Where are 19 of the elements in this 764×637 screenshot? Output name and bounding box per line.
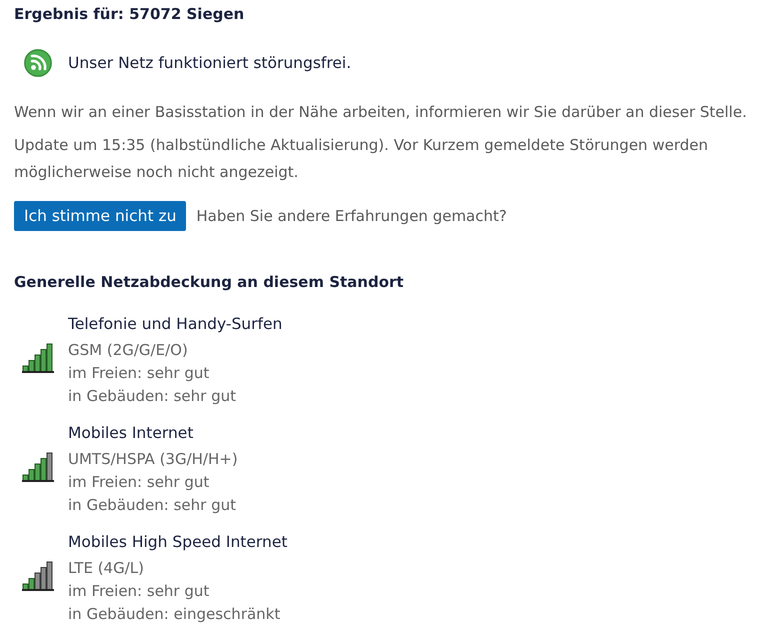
outdoor-coverage: im Freien: sehr gut	[68, 581, 210, 602]
outdoor-coverage: im Freien: sehr gut	[68, 472, 210, 493]
indoor-coverage: in Gebäuden: sehr gut	[68, 495, 237, 516]
coverage-heading: Generelle Netzabdeckung an diesem Standort	[14, 272, 405, 292]
status-message: Unser Netz funktioniert störungsfrei.	[68, 54, 352, 72]
service-name: Mobiles Internet	[68, 423, 194, 444]
service-name: Mobiles High Speed Internet	[68, 532, 288, 553]
info-text: Update um 15:35 (halbstündliche Aktualisierung). Vor Kurzem gemeldete Störungen werden möglicherweise noch nicht angezeigt.	[14, 135, 709, 183]
service-name: Telefonie und Handy-Surfen	[68, 314, 284, 335]
outdoor-coverage: im Freien: sehr gut	[68, 363, 210, 384]
technology-label: UMTS/HSPA (3G/H/H+)	[68, 449, 239, 470]
result-title: Ergebnis für: 57072 Siegen	[14, 4, 246, 24]
disagree-button[interactable]: Ich stimme nicht zu	[14, 201, 186, 231]
indoor-coverage: in Gebäuden: sehr gut	[68, 386, 237, 407]
technology-label: GSM (2G/G/E/O)	[68, 340, 189, 361]
technology-label: LTE (4G/L)	[68, 558, 145, 579]
feedback-prompt: Haben Sie andere Erfahrungen gemacht?	[196, 207, 507, 225]
info-text: Wenn wir an einer Basisstation in der Nähe arbeiten, informieren wir Sie darüber an dieser Stelle.	[14, 102, 748, 123]
indoor-coverage: in Gebäuden: eingeschränkt	[68, 604, 282, 625]
